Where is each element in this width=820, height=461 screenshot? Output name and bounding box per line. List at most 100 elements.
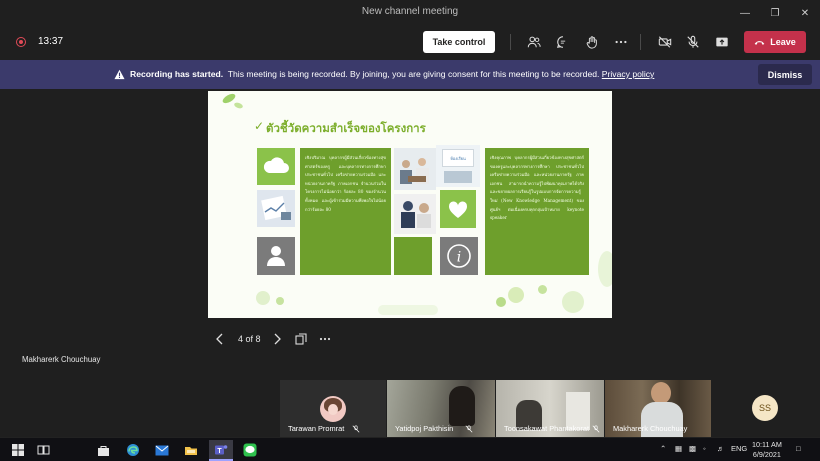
take-control-button[interactable]: Take control xyxy=(423,31,495,53)
slide-overview-icon[interactable] xyxy=(295,330,307,348)
banner-bold-text: Recording has started. xyxy=(130,69,224,79)
presenter-name: Makharerk Chouchuay xyxy=(22,355,101,364)
files-icon[interactable] xyxy=(183,442,199,458)
dot-decoration xyxy=(378,305,438,315)
teams-taskbar-icon[interactable]: T xyxy=(209,440,233,460)
mail-icon[interactable] xyxy=(154,442,170,458)
shared-slide: ✓ ตัวชี้วัดความสำเร็จของโครงการ เชิงปริม… xyxy=(208,91,612,318)
raise-hand-icon[interactable] xyxy=(582,32,602,52)
tray-chevron-icon[interactable]: ⌃ xyxy=(660,444,666,453)
people-photo-icon xyxy=(400,158,429,184)
mic-off-icon xyxy=(592,425,600,433)
check-icon: ✓ xyxy=(254,119,265,133)
cloud-icon xyxy=(263,157,289,173)
user-tile xyxy=(257,237,295,275)
participant-tile[interactable]: Makharerk Chouchuay xyxy=(605,380,711,437)
heart-icon xyxy=(448,201,468,218)
dot-decoration xyxy=(508,287,524,303)
line-app-icon[interactable] xyxy=(242,442,258,458)
dot-decoration xyxy=(496,297,506,307)
privacy-policy-link[interactable]: Privacy policy xyxy=(602,69,655,79)
qualitative-indicator-box: เชิงคุณภาพ บุคลากรผู้มีส่วนเกี่ยวข้องทาง… xyxy=(485,148,589,275)
participant-tile[interactable]: Yatidpoj Pakthisin xyxy=(387,380,495,437)
dismiss-button[interactable]: Dismiss xyxy=(758,64,812,85)
participant-name: Yatidpoj Pakthisin xyxy=(395,424,454,433)
share-screen-icon[interactable] xyxy=(712,32,732,52)
notifications-icon[interactable]: □ xyxy=(796,444,801,453)
mic-off-icon xyxy=(352,425,360,433)
warning-icon xyxy=(114,69,125,80)
start-icon[interactable] xyxy=(10,442,26,458)
participant-name: Toonsakawat Phantakorat xyxy=(504,424,590,433)
mic-off-icon xyxy=(465,425,473,433)
edge-icon[interactable] xyxy=(125,442,141,458)
close-icon[interactable]: ✕ xyxy=(790,0,820,26)
prev-slide-icon[interactable] xyxy=(215,330,225,348)
slide-title: ตัวชี้วัดความสำเร็จของโครงการ xyxy=(266,123,426,135)
recording-banner: Recording has started. This meeting is b… xyxy=(0,60,820,89)
classroom-photo: ห้องเรียน xyxy=(436,145,480,187)
system-clock[interactable]: 10:11 AM 6/9/2021 xyxy=(752,440,782,460)
toolbar-divider xyxy=(510,34,511,50)
next-slide-icon[interactable] xyxy=(272,330,282,348)
network-icon[interactable]: ▩ xyxy=(689,444,696,453)
meeting-photo xyxy=(394,148,436,190)
participant-avatar[interactable]: SS xyxy=(752,395,778,421)
info-icon: i xyxy=(447,244,471,268)
dot-decoration xyxy=(538,285,547,294)
quantitative-indicator-box: เชิงปริมาณ บุคลากรผู้มีส่วนเกี่ยวข้องทาง… xyxy=(300,148,391,275)
wifi-icon[interactable]: ◦ xyxy=(703,444,706,453)
leaf-decoration xyxy=(233,101,244,110)
store-icon[interactable] xyxy=(95,442,111,458)
slide-counter: 4 of 8 xyxy=(238,334,261,344)
whiteboard-label: ห้องเรียน xyxy=(442,149,474,167)
input-language[interactable]: ENG xyxy=(731,444,747,453)
tray-app-icon[interactable]: ▦ xyxy=(675,444,682,453)
slide-more-icon[interactable] xyxy=(319,330,331,348)
cloud-tile xyxy=(257,148,295,185)
camera-off-icon[interactable] xyxy=(655,32,675,52)
meeting-timer: 13:37 xyxy=(38,36,64,47)
recording-icon xyxy=(16,37,26,47)
window-title: New channel meeting xyxy=(361,6,459,17)
people-icon[interactable] xyxy=(524,32,544,52)
leave-button[interactable]: Leave xyxy=(744,31,806,53)
clock-time: 10:11 AM xyxy=(752,440,782,449)
svg-text:T: T xyxy=(217,448,222,455)
participant-name: Tarawan Promrat xyxy=(288,424,345,433)
mic-off-icon[interactable] xyxy=(683,32,703,52)
hang-up-icon xyxy=(754,40,765,45)
slide-counter-wrap: 4 of 8 xyxy=(238,330,261,348)
meeting-toolbar: 13:37 Take control Leave xyxy=(0,26,820,58)
clock-date: 6/9/2021 xyxy=(752,450,781,459)
participant-tile[interactable]: Toonsakawat Phantakorat xyxy=(496,380,604,437)
person-silhouette xyxy=(449,386,475,426)
volume-icon[interactable]: ♬ xyxy=(717,444,725,453)
dot-decoration xyxy=(276,297,284,305)
chat-icon[interactable] xyxy=(553,32,573,52)
green-square-tile xyxy=(394,237,432,275)
avatar xyxy=(320,396,346,422)
people-photo xyxy=(394,194,436,234)
task-view-icon[interactable] xyxy=(35,442,51,458)
toolbar-divider xyxy=(640,34,641,50)
document-icon xyxy=(261,195,291,221)
person-face xyxy=(651,382,671,404)
minimize-icon[interactable]: — xyxy=(730,0,760,26)
leave-label: Leave xyxy=(770,37,796,47)
team-photo-icon xyxy=(401,201,431,228)
dot-decoration xyxy=(562,291,584,313)
dot-decoration xyxy=(598,251,612,287)
dot-decoration xyxy=(256,291,270,305)
handshake-photo xyxy=(257,190,295,227)
desk-shape xyxy=(444,171,472,183)
window-title-bar: New channel meeting — ❐ ✕ xyxy=(0,0,820,26)
user-icon xyxy=(267,246,285,266)
qualitative-indicator-text: เชิงคุณภาพ บุคลากรผู้มีส่วนเกี่ยวข้องทาง… xyxy=(490,155,584,221)
info-tile: i xyxy=(440,237,478,275)
windows-taskbar: T ⌃ ▦ ▩ ◦ ♬ ENG 10:11 AM 6/9/2021 □ xyxy=(0,437,820,461)
participant-tile[interactable]: Tarawan Promrat xyxy=(280,380,386,437)
restore-icon[interactable]: ❐ xyxy=(760,0,790,26)
window-controls: — ❐ ✕ xyxy=(730,0,820,26)
more-options-icon[interactable] xyxy=(611,32,631,52)
